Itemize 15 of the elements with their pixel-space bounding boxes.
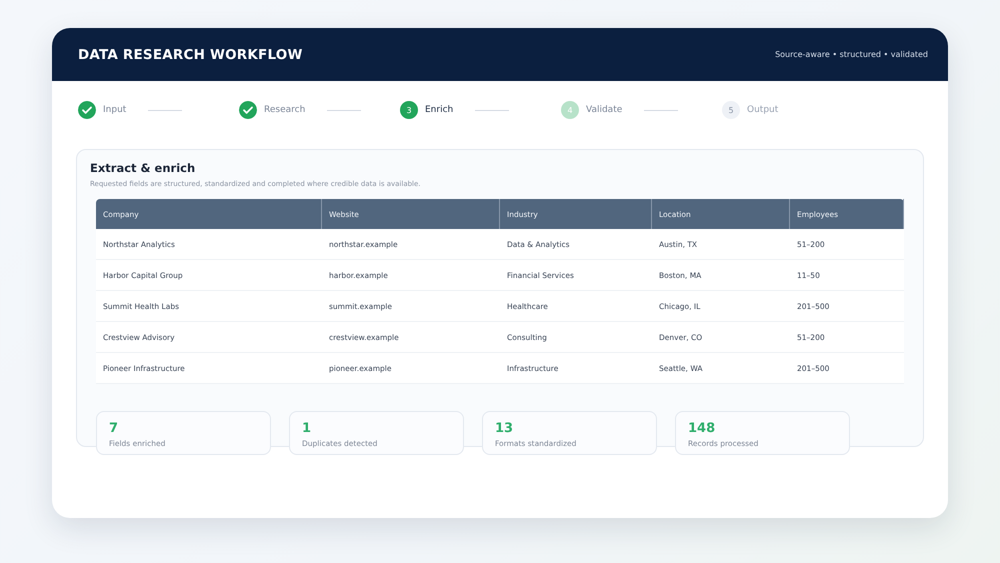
step-label: Validate — [586, 105, 622, 115]
stat-value: 7 — [109, 422, 120, 436]
app-title: DATA RESEARCH WORKFLOW — [78, 46, 303, 62]
tagline: Source-aware • structured • validated — [775, 50, 928, 59]
stat-value: 13 — [495, 422, 514, 436]
stat-value: 1 — [302, 422, 312, 436]
stat-value: 148 — [688, 422, 716, 436]
step-number: 3 — [400, 101, 418, 119]
step-label: Input — [103, 105, 126, 115]
step-number: 4 — [561, 101, 579, 119]
step-number: 5 — [722, 101, 740, 119]
step-label: Output — [747, 105, 778, 115]
step-label: Research — [264, 105, 306, 115]
step-label: Enrich — [425, 105, 454, 115]
panel-title: Extract & enrich — [90, 161, 196, 175]
